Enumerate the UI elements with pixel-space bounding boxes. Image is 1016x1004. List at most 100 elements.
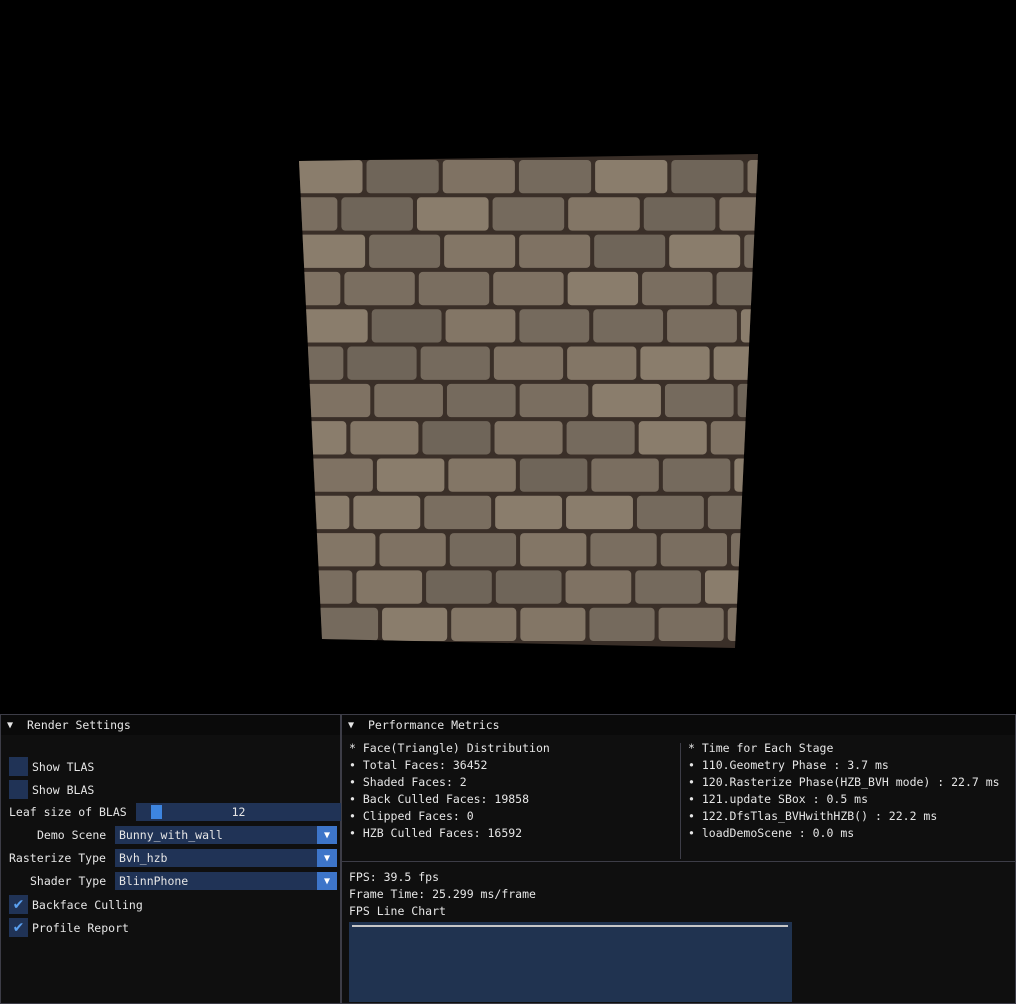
show-blas-checkbox[interactable]	[9, 780, 28, 799]
brick	[518, 160, 592, 194]
demo-scene-combo[interactable]: Bunny_with_wall ▼	[115, 826, 337, 844]
profile-report-label: Profile Report	[32, 920, 129, 935]
brick	[566, 495, 633, 530]
triangle-down-icon[interactable]: ▼	[7, 720, 21, 731]
brick	[448, 458, 516, 492]
dropdown-arrow-icon[interactable]: ▼	[317, 872, 337, 890]
brick	[299, 271, 341, 306]
brick	[744, 234, 758, 268]
shader-type-combo[interactable]: BlinnPhone ▼	[115, 872, 337, 890]
list-item: • 121.update SBox : 0.5 ms	[688, 792, 869, 806]
brick	[356, 570, 423, 604]
brick	[353, 495, 421, 530]
brick	[299, 346, 344, 380]
brick	[737, 383, 758, 418]
brick	[445, 309, 516, 343]
brick	[418, 271, 490, 306]
brick	[426, 570, 492, 604]
performance-metrics-title: Performance Metrics	[368, 718, 500, 732]
show-tlas-row[interactable]: Show TLAS	[9, 757, 94, 776]
brick	[713, 346, 758, 380]
brick	[301, 383, 371, 418]
brick	[299, 309, 368, 343]
brick	[369, 234, 441, 268]
fps-chart-title: FPS Line Chart	[349, 904, 446, 918]
brick	[734, 458, 758, 492]
brick	[592, 383, 661, 418]
brick	[716, 271, 758, 306]
brick	[519, 309, 590, 343]
dropdown-arrow-icon[interactable]: ▼	[317, 826, 337, 844]
brick	[449, 533, 517, 567]
brick	[567, 346, 637, 380]
brick	[595, 160, 668, 194]
brick	[493, 346, 564, 380]
brick	[299, 160, 363, 194]
brick	[710, 421, 758, 455]
list-item: • 110.Geometry Phase : 3.7 ms	[688, 758, 889, 772]
brick	[719, 197, 758, 231]
demo-scene-label: Demo Scene	[37, 828, 107, 842]
brick	[382, 607, 448, 641]
list-item: • Clipped Faces: 0	[349, 809, 474, 823]
brick	[520, 607, 586, 641]
brick	[416, 197, 489, 231]
brick	[379, 533, 446, 567]
dropdown-arrow-icon[interactable]: ▼	[317, 849, 337, 867]
brick	[299, 197, 338, 231]
demo-scene-row: Demo Scene	[37, 826, 106, 844]
backface-culling-checkbox[interactable]: ✔	[9, 895, 28, 914]
brick	[494, 421, 563, 455]
shader-type-row: Shader Type	[30, 872, 106, 890]
render-settings-titlebar[interactable]: ▼ Render Settings	[1, 715, 340, 735]
brick	[519, 458, 588, 492]
brick	[590, 533, 657, 567]
profile-report-row[interactable]: ✔ Profile Report	[9, 918, 129, 937]
faces-header: * Face(Triangle) Distribution	[349, 741, 550, 755]
brick	[347, 346, 417, 380]
brick	[638, 421, 707, 455]
show-tlas-checkbox[interactable]	[9, 757, 28, 776]
brick	[371, 309, 442, 343]
list-item: • Total Faces: 36452	[349, 758, 488, 772]
profile-report-checkbox[interactable]: ✔	[9, 918, 28, 937]
show-tlas-label: Show TLAS	[32, 759, 95, 774]
shader-type-label: Shader Type	[30, 874, 107, 888]
brick	[299, 421, 347, 455]
brick	[451, 607, 517, 641]
brick	[350, 421, 419, 455]
rasterize-type-combo[interactable]: Bvh_hzb ▼	[115, 849, 337, 867]
brick	[594, 234, 666, 268]
brick	[707, 495, 758, 530]
list-item: • Shaded Faces: 2	[349, 775, 467, 789]
brick	[568, 197, 640, 231]
rasterize-type-value: Bvh_hzb	[119, 851, 168, 865]
brick	[341, 197, 413, 231]
show-blas-row[interactable]: Show BLAS	[9, 780, 94, 799]
brick	[643, 197, 716, 231]
brick	[704, 570, 758, 604]
brick	[642, 271, 713, 306]
performance-metrics-titlebar[interactable]: ▼ Performance Metrics	[342, 715, 1015, 735]
render-viewport[interactable]	[0, 0, 1016, 714]
brick	[492, 197, 565, 231]
brick	[305, 458, 373, 492]
triangle-down-icon[interactable]: ▼	[348, 720, 362, 731]
backface-culling-row[interactable]: ✔ Backface Culling	[9, 895, 143, 914]
section-divider	[342, 861, 1015, 862]
fps-line-chart[interactable]	[349, 922, 792, 1002]
frame-time-readout: Frame Time: 25.299 ms/frame	[349, 887, 536, 901]
brick	[374, 383, 443, 418]
brick	[444, 234, 516, 268]
scene-canvas	[299, 154, 758, 648]
brick	[671, 160, 744, 194]
brick	[660, 533, 728, 567]
leaf-size-label: Leaf size of BLAS	[9, 805, 127, 819]
brick	[747, 160, 758, 194]
brick	[312, 607, 379, 641]
rasterize-type-label: Rasterize Type	[9, 851, 106, 865]
brick	[495, 495, 563, 530]
brick	[422, 421, 491, 455]
leaf-size-slider[interactable]: 12	[136, 803, 341, 821]
brick	[442, 160, 515, 194]
